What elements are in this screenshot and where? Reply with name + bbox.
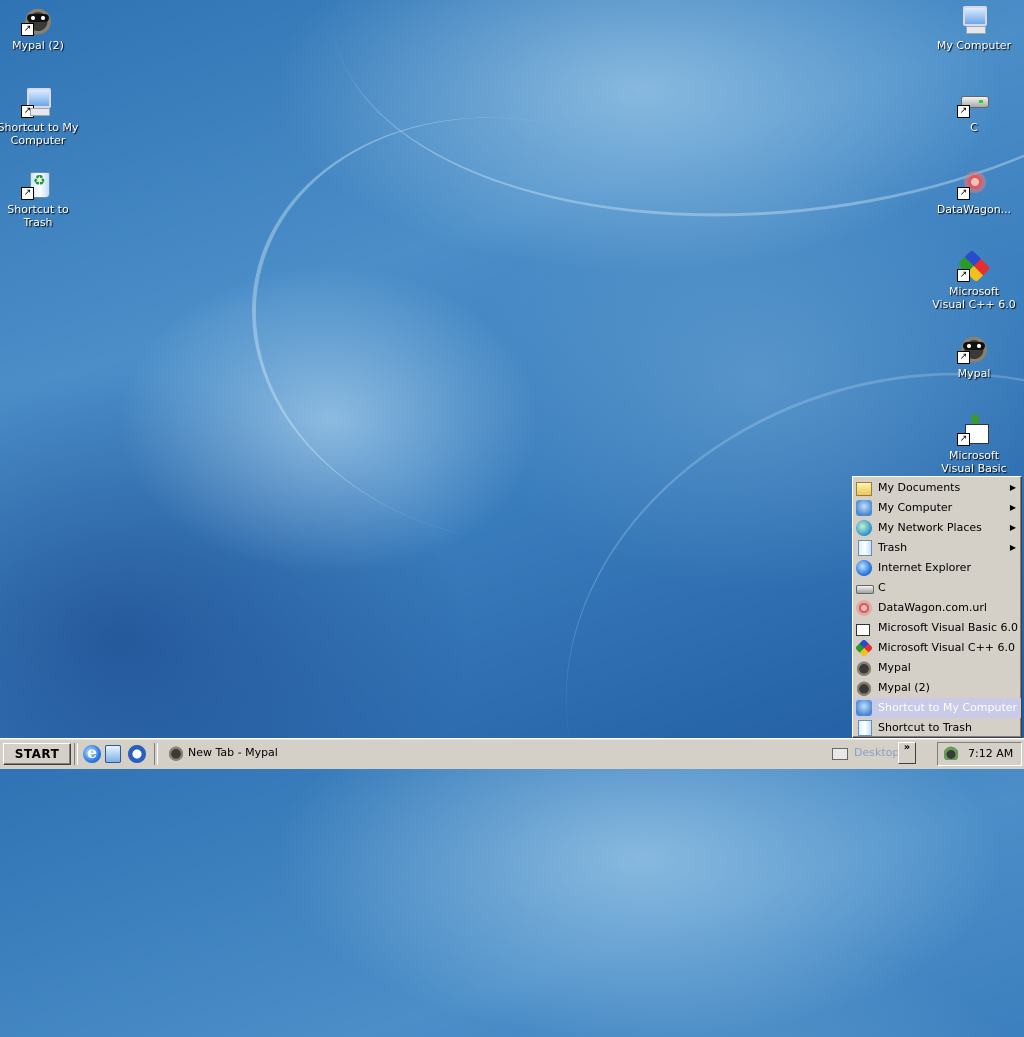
folder-icon xyxy=(856,482,872,496)
desktop-icon-label: My Computer xyxy=(936,39,1012,52)
menu-item-visual-basic[interactable]: Microsoft Visual Basic 6.0 xyxy=(853,618,1021,638)
shortcut-arrow-icon: ↗ xyxy=(957,187,970,200)
menu-item-shortcut-trash[interactable]: Shortcut to Trash xyxy=(853,718,1021,738)
menu-item-label: My Computer xyxy=(878,501,953,514)
keyboard-icon xyxy=(832,748,848,760)
desktop-icon-label: Mypal xyxy=(957,367,991,380)
desktop-icon-mypal-2[interactable]: ↗ Mypal (2) xyxy=(0,4,80,52)
desktop-icon-datawagon[interactable]: ↗ DataWagon... xyxy=(932,168,1016,216)
computer-icon xyxy=(957,4,991,36)
menu-item-label: Microsoft Visual Basic 6.0 xyxy=(878,621,1019,634)
computer-icon: ↗ xyxy=(21,86,55,118)
menu-item-shortcut-my-computer[interactable]: Shortcut to My Computer xyxy=(853,698,1021,718)
desktop-icon-label: Shortcut to Trash xyxy=(7,203,69,229)
task-button-label: New Tab - Mypal xyxy=(188,746,278,759)
menu-item-label: Mypal xyxy=(878,661,911,674)
computer-icon xyxy=(856,700,872,716)
vb-icon xyxy=(856,624,870,636)
document-icon[interactable] xyxy=(105,745,121,763)
start-button[interactable]: START xyxy=(3,743,71,765)
submenu-arrow-icon: ▶ xyxy=(1009,523,1016,532)
wallpaper-swoosh xyxy=(212,70,812,590)
drive-icon xyxy=(856,585,874,594)
trash-icon: ↗ xyxy=(21,168,55,200)
desktop-icon-label: Microsoft Visual C++ 6.0 xyxy=(932,285,1016,311)
raccoon-icon: ↗ xyxy=(21,4,55,36)
flower-icon xyxy=(856,600,872,616)
taskbar: START New Tab - Mypal Desktop » 7:12 AM xyxy=(0,738,1024,769)
vcpp-icon xyxy=(854,638,874,658)
media-player-icon[interactable] xyxy=(128,745,146,763)
menu-item-my-documents[interactable]: My Documents ▶ xyxy=(853,478,1021,498)
desktop-icon-shortcut-my-computer[interactable]: ↗ Shortcut to My Computer xyxy=(0,86,80,147)
menu-item-label: Internet Explorer xyxy=(878,561,971,574)
desktop-icon-visual-cpp[interactable]: ↗ Microsoft Visual C++ 6.0 xyxy=(932,250,1016,311)
menu-item-label: Mypal (2) xyxy=(878,681,930,694)
menu-item-label: C xyxy=(878,581,886,594)
desktop-popup-menu: My Documents ▶ My Computer ▶ My Network Pl… xyxy=(852,476,1022,738)
vcpp-icon: ↗ xyxy=(957,250,991,282)
ie-icon[interactable] xyxy=(83,743,101,763)
ie-icon xyxy=(856,560,872,576)
menu-item-datawagon[interactable]: DataWagon.com.url xyxy=(853,598,1021,618)
desktop-icon-label: C xyxy=(970,121,978,134)
task-button-mypal[interactable]: New Tab - Mypal xyxy=(162,743,322,763)
shortcut-arrow-icon: ↗ xyxy=(21,187,34,200)
shortcut-arrow-icon: ↗ xyxy=(957,269,970,282)
taskbar-separator xyxy=(74,743,78,765)
desktop-icon-my-computer[interactable]: My Computer xyxy=(932,4,1016,52)
menu-item-visual-cpp[interactable]: Microsoft Visual C++ 6.0 xyxy=(853,638,1021,658)
chevron-button[interactable]: » xyxy=(898,742,916,764)
menu-item-mypal-2[interactable]: Mypal (2) xyxy=(853,678,1021,698)
taskbar-separator xyxy=(154,743,158,765)
desktop-icon-label: DataWagon... xyxy=(936,203,1012,216)
trash-icon xyxy=(858,540,872,556)
mypal-tray-icon[interactable] xyxy=(944,746,958,760)
raccoon-icon xyxy=(168,745,184,761)
desktop-icon-c-drive[interactable]: ↗ C xyxy=(932,86,1016,134)
desktop-icon-label: Shortcut to My Computer xyxy=(0,121,79,147)
clock[interactable]: 7:12 AM xyxy=(968,747,1013,760)
shortcut-arrow-icon: ↗ xyxy=(21,105,34,118)
menu-item-my-network-places[interactable]: My Network Places ▶ xyxy=(853,518,1021,538)
flower-icon: ↗ xyxy=(957,168,991,200)
submenu-arrow-icon: ▶ xyxy=(1009,483,1016,492)
menu-item-label: Trash xyxy=(878,541,908,554)
menu-item-label: My Network Places xyxy=(878,521,982,534)
menu-item-trash[interactable]: Trash ▶ xyxy=(853,538,1021,558)
raccoon-icon: ↗ xyxy=(957,332,991,364)
raccoon-icon xyxy=(856,680,872,696)
trash-icon xyxy=(858,720,872,736)
shortcut-arrow-icon: ↗ xyxy=(21,23,34,36)
menu-item-c[interactable]: C xyxy=(853,578,1021,598)
menu-item-label: Microsoft Visual C++ 6.0 xyxy=(878,641,1015,654)
desktop-icon-shortcut-trash[interactable]: ↗ Shortcut to Trash xyxy=(0,168,80,229)
raccoon-icon xyxy=(856,660,872,676)
shortcut-arrow-icon: ↗ xyxy=(957,351,970,364)
menu-item-internet-explorer[interactable]: Internet Explorer xyxy=(853,558,1021,578)
network-icon xyxy=(856,520,872,536)
submenu-arrow-icon: ▶ xyxy=(1009,543,1016,552)
menu-item-label: My Documents xyxy=(878,481,961,494)
menu-item-label: Shortcut to My Computer xyxy=(878,701,1018,714)
menu-item-label: DataWagon.com.url xyxy=(878,601,987,614)
computer-icon xyxy=(856,500,872,516)
menu-item-my-computer[interactable]: My Computer ▶ xyxy=(853,498,1021,518)
drive-icon: ↗ xyxy=(957,86,991,118)
submenu-arrow-icon: ▶ xyxy=(1009,503,1016,512)
desktop-icon-mypal[interactable]: ↗ Mypal xyxy=(932,332,1016,380)
wallpaper-swoosh xyxy=(307,0,1024,259)
menu-item-mypal[interactable]: Mypal xyxy=(853,658,1021,678)
shortcut-arrow-icon: ↗ xyxy=(957,105,970,118)
system-tray: 7:12 AM xyxy=(937,742,1022,766)
desktop-band-label: Desktop xyxy=(854,746,900,759)
vb-icon: ↗ xyxy=(957,414,991,446)
desktop-icon-label: Mypal (2) xyxy=(12,39,64,52)
shortcut-arrow-icon: ↗ xyxy=(957,433,970,446)
menu-item-label: Shortcut to Trash xyxy=(878,721,972,734)
